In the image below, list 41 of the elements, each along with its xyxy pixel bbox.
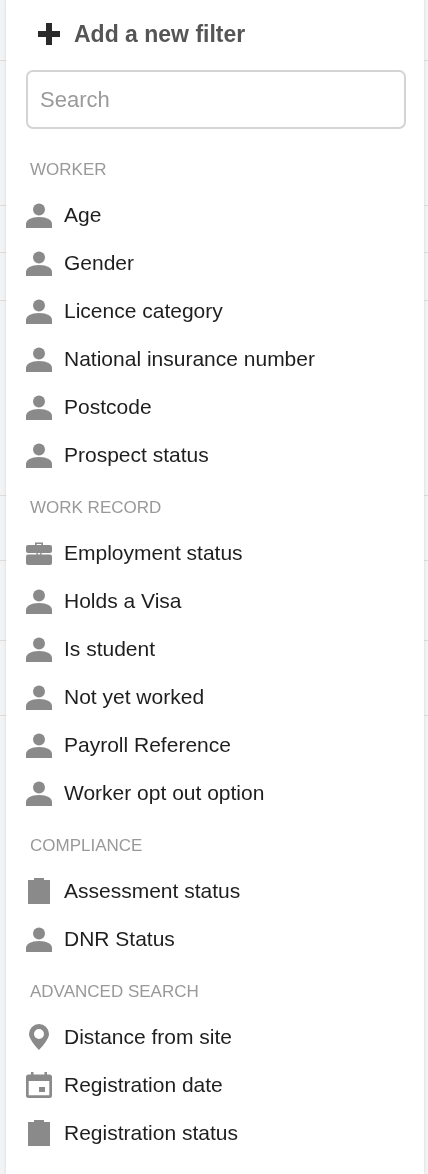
person-icon [26,780,52,806]
filter-option[interactable]: Employment status [6,529,424,577]
filter-option[interactable]: Is student [6,625,424,673]
person-icon [26,202,52,228]
person-icon [26,684,52,710]
location-pin-icon [29,1024,49,1050]
filter-option[interactable]: Worker opt out option [6,769,424,817]
clipboard-icon [28,878,50,904]
calendar-icon [26,1072,52,1098]
filter-option[interactable]: Not yet worked [6,673,424,721]
filter-option[interactable]: Prospect status [6,431,424,479]
briefcase-icon [26,541,52,565]
person-icon [26,250,52,276]
section-heading: WORKER [30,160,107,180]
filter-option[interactable]: Assessment status [6,867,424,915]
filter-option[interactable]: Holds a Visa [6,577,424,625]
person-icon [26,394,52,420]
filter-option[interactable]: Age [6,191,424,239]
search-field[interactable]: Search [26,70,406,129]
person-icon [26,732,52,758]
filter-option[interactable]: Gender [6,239,424,287]
section-heading: ADVANCED SEARCH [30,982,199,1002]
person-icon [26,588,52,614]
filter-option[interactable]: Postcode [6,383,424,431]
person-icon [26,298,52,324]
plus-icon [38,23,60,45]
filter-option[interactable]: Registration date [6,1061,424,1109]
section-heading: WORK RECORD [30,498,162,518]
filter-option[interactable]: DNR Status [6,915,424,963]
person-icon [26,346,52,372]
person-icon [26,636,52,662]
section-heading: COMPLIANCE [30,836,143,856]
filter-option[interactable]: Payroll Reference [6,721,424,769]
clipboard-icon [28,1120,50,1146]
add-filter-button[interactable]: Add a new filter [38,14,246,54]
filter-option[interactable]: Distance from site [6,1013,424,1061]
person-icon [26,926,52,952]
filter-option[interactable]: National insurance number [6,335,424,383]
filter-option[interactable]: Licence category [6,287,424,335]
person-icon [26,442,52,468]
filter-option[interactable]: Registration status [6,1109,424,1157]
